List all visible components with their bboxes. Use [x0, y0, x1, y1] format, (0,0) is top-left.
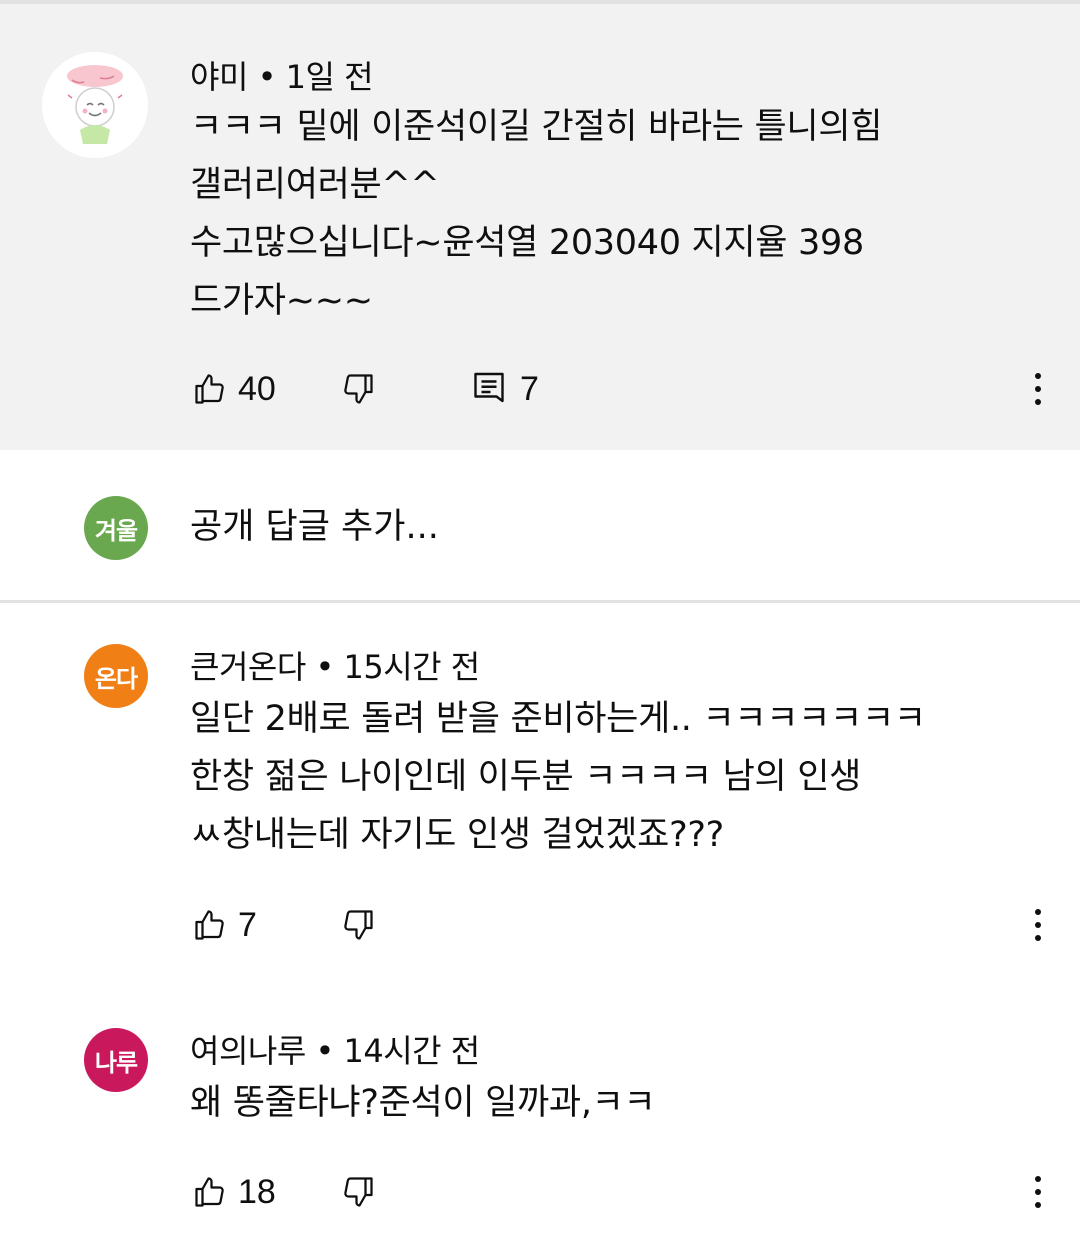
avatar[interactable]: 온다 — [84, 644, 148, 708]
dislike-button[interactable] — [340, 359, 376, 419]
more-options-button[interactable] — [1026, 895, 1050, 955]
meta-separator: • — [315, 648, 334, 686]
comment-line: 갤러리여러분^^ — [190, 165, 440, 205]
avatar-label: 온다 — [94, 664, 138, 693]
like-button[interactable]: 18 — [192, 1162, 276, 1222]
comment-line: 수고많으십니다~윤석열 203040 지지율 398 — [190, 223, 864, 263]
like-count: 18 — [238, 1172, 276, 1211]
comment-time[interactable]: 1일 전 — [286, 58, 374, 96]
more-vert-icon — [1035, 909, 1041, 915]
reply-count: 7 — [520, 369, 539, 408]
dislike-button[interactable] — [340, 895, 376, 955]
comment-time[interactable]: 15시간 전 — [343, 648, 480, 686]
author-name[interactable]: 큰거온다 — [190, 648, 306, 686]
more-vert-icon — [1035, 373, 1041, 379]
avatar: 겨울 — [84, 496, 148, 560]
comment-meta: 야미 • 1일 전 — [190, 52, 374, 98]
avatar-label: 나루 — [94, 1048, 138, 1077]
comments-panel: 야미 • 1일 전 ㅋㅋㅋ 밑에 이준석이길 간절히 바라는 틀니의힘 갤러리여… — [0, 0, 1080, 1258]
avatar[interactable]: 나루 — [84, 1028, 148, 1092]
divider — [0, 600, 1080, 603]
comment-actions: 40 7 — [0, 359, 1080, 419]
more-vert-icon — [1035, 1176, 1041, 1182]
like-button[interactable]: 7 — [192, 895, 257, 955]
thumbs-down-icon — [344, 1177, 373, 1207]
comment-line: 드가자~~~ — [190, 281, 373, 321]
comment-actions: 18 — [0, 1162, 1080, 1222]
like-count: 40 — [238, 369, 276, 408]
character-avatar-image — [67, 65, 123, 144]
like-count: 7 — [238, 905, 257, 944]
reply-comment-icon — [474, 372, 504, 403]
comment-text: 왜 똥줄타냐?준석이 일까과,ㅋㅋ — [190, 1074, 656, 1132]
comment-line: 일단 2배로 돌려 받을 준비하는게.. ㅋㅋㅋㅋㅋㅋㅋ — [190, 699, 926, 739]
thumbs-up-icon — [195, 374, 224, 404]
thumbs-down-icon — [344, 910, 373, 940]
comment-actions: 7 — [0, 895, 1080, 955]
meta-separator: • — [257, 58, 277, 96]
comment-line: ㅆ창내는데 자기도 인생 걸었겠죠??? — [190, 815, 724, 855]
author-name[interactable]: 야미 — [190, 58, 248, 96]
highlighted-comment: 야미 • 1일 전 ㅋㅋㅋ 밑에 이준석이길 간절히 바라는 틀니의힘 갤러리여… — [0, 0, 1080, 450]
comment-time[interactable]: 14시간 전 — [343, 1032, 480, 1070]
comment-text: ㅋㅋㅋ 밑에 이준석이길 간절히 바라는 틀니의힘 갤러리여러분^^ 수고많으십… — [190, 98, 882, 330]
like-button[interactable]: 40 — [192, 359, 276, 419]
thumbs-up-icon — [195, 1177, 224, 1207]
dislike-button[interactable] — [340, 1162, 376, 1222]
comment-meta: 여의나루 • 14시간 전 — [190, 1026, 480, 1072]
reply-input[interactable] — [190, 502, 990, 552]
add-reply-row: 겨울 — [0, 452, 1080, 600]
thumbs-up-icon — [195, 910, 224, 940]
avatar[interactable] — [42, 52, 148, 158]
author-name[interactable]: 여의나루 — [190, 1032, 306, 1070]
more-options-button[interactable] — [1026, 1162, 1050, 1222]
replies-button[interactable]: 7 — [472, 359, 539, 419]
more-options-button[interactable] — [1026, 359, 1050, 419]
thumbs-down-icon — [344, 374, 373, 404]
comment-meta: 큰거온다 • 15시간 전 — [190, 642, 480, 688]
comment-line: 왜 똥줄타냐?준석이 일까과,ㅋㅋ — [190, 1083, 656, 1123]
comment-text: 일단 2배로 돌려 받을 준비하는게.. ㅋㅋㅋㅋㅋㅋㅋ 한창 젊은 나이인데 … — [190, 690, 926, 864]
avatar-label: 겨울 — [94, 516, 138, 545]
comment-line: 한창 젊은 나이인데 이두분 ㅋㅋㅋㅋ 남의 인생 — [190, 757, 862, 797]
meta-separator: • — [315, 1032, 334, 1070]
comment-line: ㅋㅋㅋ 밑에 이준석이길 간절히 바라는 틀니의힘 — [190, 107, 883, 147]
